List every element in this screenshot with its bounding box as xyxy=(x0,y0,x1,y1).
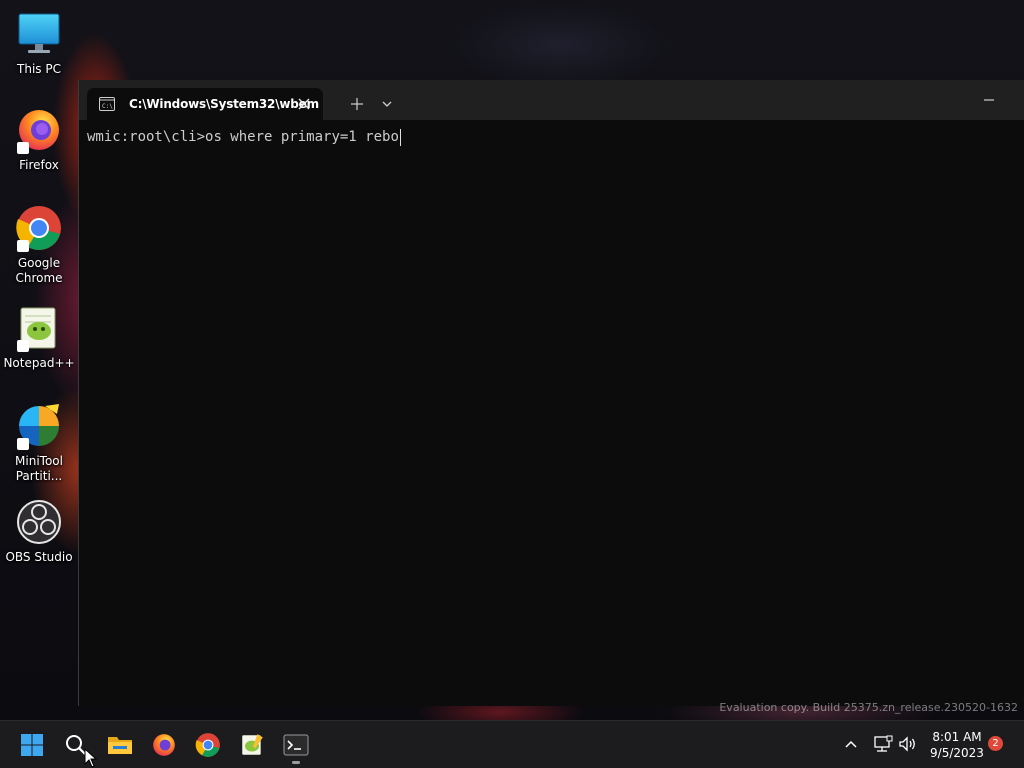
text-cursor xyxy=(399,128,401,146)
prompt-text: wmic:root\cli> xyxy=(87,129,206,145)
svg-text:C:\: C:\ xyxy=(102,103,113,110)
shortcut-arrow-icon xyxy=(17,438,29,450)
tab-title: C:\Windows\System32\wbem xyxy=(129,97,319,111)
obs-studio-icon xyxy=(15,498,63,546)
this-pc-icon xyxy=(15,10,63,58)
command-input[interactable]: os where primary=1 rebo xyxy=(205,128,399,146)
network-icon xyxy=(874,735,893,752)
folder-icon xyxy=(108,737,132,754)
desktop-icon-label: Google Chrome xyxy=(15,256,63,285)
windows-start-icon xyxy=(21,734,43,756)
firefox-icon xyxy=(15,106,63,154)
chevron-down-icon xyxy=(382,101,392,107)
tab-wbem[interactable]: C:\ C:\Windows\System32\wbem xyxy=(87,88,323,120)
close-tab-icon[interactable] xyxy=(297,97,311,111)
terminal-window[interactable]: C:\ C:\Windows\System32\wbem wmic:root\c… xyxy=(78,80,1024,706)
taskbar-clock[interactable]: 8:01 AM 9/5/2023 xyxy=(918,729,996,761)
taskbar-file-explorer[interactable] xyxy=(104,729,136,761)
tab-dropdown-button[interactable] xyxy=(375,88,399,120)
desktop-icon-chrome[interactable]: Google Chrome xyxy=(4,204,74,286)
taskbar-terminal[interactable] xyxy=(280,729,312,764)
minimize-icon xyxy=(984,99,994,101)
new-tab-button[interactable] xyxy=(345,88,369,120)
shortcut-arrow-icon xyxy=(17,340,29,352)
desktop-icon-notepad-plus-plus[interactable]: Notepad++ xyxy=(3,304,75,371)
desktop-icon-this-pc[interactable]: This PC xyxy=(4,10,74,77)
clock-time: 8:01 AM xyxy=(932,730,982,744)
plus-icon xyxy=(351,98,363,110)
mouse-pointer-icon xyxy=(84,748,98,768)
firefox-icon xyxy=(153,734,175,756)
desktop-icon-label: This PC xyxy=(17,62,61,76)
notepad-plus-plus-icon xyxy=(242,734,263,755)
desktop-icon-label: Notepad++ xyxy=(3,356,75,370)
minitool-partition-icon xyxy=(15,402,63,450)
minimize-button[interactable] xyxy=(969,88,1009,112)
terminal-titlebar[interactable]: C:\ C:\Windows\System32\wbem xyxy=(79,80,1024,120)
shortcut-arrow-icon xyxy=(17,142,29,154)
notepad-plus-plus-icon xyxy=(15,304,63,352)
desktop-icon-label: Firefox xyxy=(19,158,59,172)
taskbar: 8:01 AM 9/5/2023 xyxy=(0,720,1024,768)
command-prompt-icon: C:\ xyxy=(99,97,115,111)
speaker-icon xyxy=(899,736,915,752)
volume-button[interactable] xyxy=(897,733,919,755)
start-button[interactable] xyxy=(16,729,48,761)
show-hidden-icons-button[interactable] xyxy=(840,733,862,755)
desktop-icon-minitool-partition[interactable]: MiniTool Partiti... xyxy=(4,402,74,484)
shortcut-arrow-icon xyxy=(17,240,29,252)
notification-badge[interactable]: 2 xyxy=(988,736,1003,751)
desktop-icon-label: OBS Studio xyxy=(5,550,73,564)
terminal-icon xyxy=(283,734,309,756)
chevron-up-icon xyxy=(845,740,857,748)
desktop-icon-label: MiniTool Partiti... xyxy=(15,454,63,483)
chrome-icon xyxy=(15,204,63,252)
terminal-output-area[interactable]: wmic:root\cli> os where primary=1 rebo xyxy=(79,120,1024,706)
taskbar-notepad-plus-plus[interactable] xyxy=(236,729,268,761)
command-line: wmic:root\cli> os where primary=1 rebo xyxy=(87,128,1017,146)
desktop-icon-obs-studio[interactable]: OBS Studio xyxy=(4,498,74,565)
clock-date: 9/5/2023 xyxy=(930,746,984,760)
taskbar-chrome[interactable] xyxy=(192,729,224,761)
evaluation-watermark: Evaluation copy. Build 25375.zn_release.… xyxy=(719,701,1018,714)
taskbar-firefox[interactable] xyxy=(148,729,180,761)
chrome-icon xyxy=(195,733,220,757)
network-status-button[interactable] xyxy=(872,733,894,755)
active-indicator xyxy=(292,761,300,764)
desktop-icon-firefox[interactable]: Firefox xyxy=(4,106,74,173)
